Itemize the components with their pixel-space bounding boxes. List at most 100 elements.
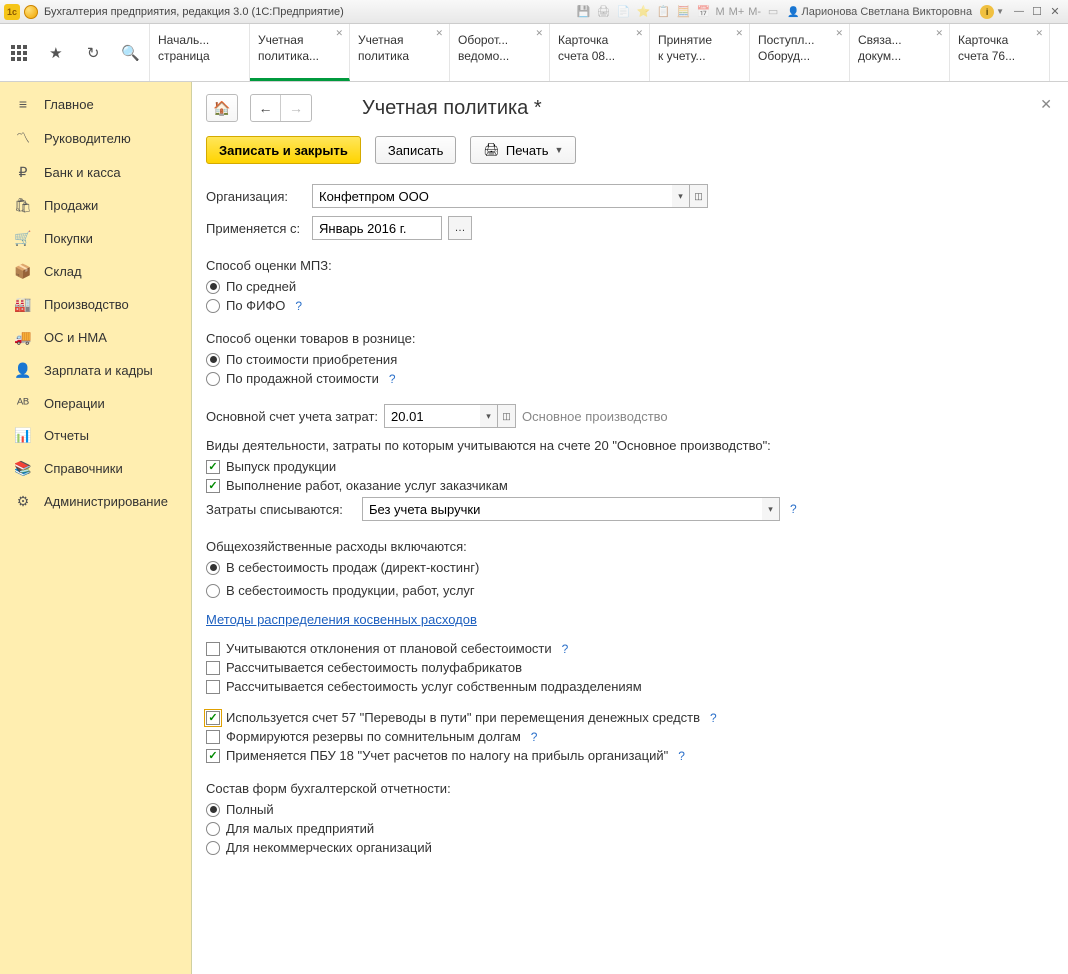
tab-5[interactable]: Принятие к учету... ✕ bbox=[650, 24, 750, 81]
retail-radio-sale[interactable]: По продажной стоимости? bbox=[206, 371, 1054, 386]
reports-radio-full[interactable]: Полный bbox=[206, 802, 1054, 817]
date-picker-button[interactable]: … bbox=[448, 216, 472, 240]
chk-account57[interactable]: Используется счет 57 "Переводы в пути" п… bbox=[206, 710, 1054, 725]
sidebar-item-4[interactable]: 🛒 Покупки bbox=[0, 222, 191, 255]
info-icon[interactable]: i bbox=[980, 5, 994, 19]
calendar-icon[interactable]: 📅 bbox=[696, 4, 712, 20]
sidebar-item-7[interactable]: 🚚 ОС и НМА bbox=[0, 321, 191, 354]
sidebar-icon: 📊 bbox=[14, 427, 32, 444]
overhead-radio-cost[interactable]: В себестоимость продукции, работ, услуг bbox=[206, 583, 1054, 598]
sidebar-item-5[interactable]: 📦 Склад bbox=[0, 255, 191, 288]
print-icon[interactable]: 🖨 bbox=[596, 4, 612, 20]
history-icon[interactable]: ↻ bbox=[82, 42, 104, 64]
print-button[interactable]: 🖨 Печать ▼ bbox=[470, 136, 576, 164]
chk-semifinished[interactable]: Рассчитывается себестоимость полуфабрика… bbox=[206, 660, 1054, 675]
chk-ownservices[interactable]: Рассчитывается себестоимость услуг собст… bbox=[206, 679, 1054, 694]
help-icon[interactable]: ? bbox=[678, 749, 685, 763]
sidebar-item-8[interactable]: 👤 Зарплата и кадры bbox=[0, 354, 191, 387]
org-combo[interactable]: ▾ ◫ bbox=[312, 184, 708, 208]
chk-services[interactable]: Выполнение работ, оказание услуг заказчи… bbox=[206, 478, 1054, 493]
chk-deviations[interactable]: Учитываются отклонения от плановой себес… bbox=[206, 641, 1054, 656]
sidebar-item-11[interactable]: 📚 Справочники bbox=[0, 452, 191, 485]
help-icon[interactable]: ? bbox=[531, 730, 538, 744]
tab-1[interactable]: Учетная политика... ✕ bbox=[250, 24, 350, 81]
save-button[interactable]: Записать bbox=[375, 136, 457, 164]
home-button[interactable]: 🏠 bbox=[206, 94, 238, 122]
content-close-icon[interactable]: ✕ bbox=[1040, 96, 1052, 113]
window-minimize[interactable] bbox=[1010, 5, 1028, 19]
window-maximize[interactable] bbox=[1028, 5, 1046, 19]
panel-icon[interactable]: ▭ bbox=[765, 4, 781, 20]
tab-close-icon[interactable]: ✕ bbox=[1035, 28, 1043, 39]
nav-back[interactable]: ← bbox=[251, 95, 281, 121]
writeoff-input[interactable] bbox=[362, 497, 762, 521]
search-icon[interactable]: 🔍 bbox=[119, 42, 141, 64]
help-icon[interactable]: ? bbox=[562, 642, 569, 656]
sidebar-item-3[interactable]: 🛍 Продажи bbox=[0, 189, 191, 222]
sidebar-item-2[interactable]: ₽ Банк и касса bbox=[0, 156, 191, 189]
chk-pbu18[interactable]: Применяется ПБУ 18 "Учет расчетов по нал… bbox=[206, 748, 1054, 763]
window-close[interactable] bbox=[1046, 5, 1064, 19]
sidebar-item-6[interactable]: 🏭 Производство bbox=[0, 288, 191, 321]
tab-close-icon[interactable]: ✕ bbox=[435, 28, 443, 39]
tab-close-icon[interactable]: ✕ bbox=[535, 28, 543, 39]
tab-8[interactable]: Карточка счета 76... ✕ bbox=[950, 24, 1050, 81]
calc-icon[interactable]: 🧮 bbox=[676, 4, 692, 20]
account-open-icon[interactable]: ◫ bbox=[498, 404, 516, 428]
sidebar-item-9[interactable]: ᴬᴮ Операции bbox=[0, 387, 191, 419]
overhead-radio-direct[interactable]: В себестоимость продаж (директ-костинг) bbox=[206, 560, 1054, 575]
memory-m[interactable]: M bbox=[716, 6, 725, 18]
account-dropdown-icon[interactable]: ▾ bbox=[480, 404, 498, 428]
tab-4[interactable]: Карточка счета 08... ✕ bbox=[550, 24, 650, 81]
help-icon[interactable]: ? bbox=[710, 711, 717, 725]
memory-mminus[interactable]: M- bbox=[748, 6, 761, 18]
current-user[interactable]: Ларионова Светлана Викторовна bbox=[787, 6, 972, 18]
tab-close-icon[interactable]: ✕ bbox=[735, 28, 743, 39]
reports-radio-nko[interactable]: Для некоммерческих организаций bbox=[206, 840, 1054, 855]
mpz-radio-fifo[interactable]: По ФИФО? bbox=[206, 298, 1054, 313]
sidebar-item-12[interactable]: ⚙ Администрирование bbox=[0, 485, 191, 518]
date-input[interactable] bbox=[312, 216, 442, 240]
chk-services-label: Выполнение работ, оказание услуг заказчи… bbox=[226, 478, 508, 493]
help-icon[interactable]: ? bbox=[389, 372, 396, 386]
clipboard-icon[interactable]: 📋 bbox=[656, 4, 672, 20]
help-icon[interactable]: ? bbox=[295, 299, 302, 313]
tab-close-icon[interactable]: ✕ bbox=[335, 28, 343, 39]
tab-2[interactable]: Учетная политика ✕ bbox=[350, 24, 450, 81]
mpz-fifo-label: По ФИФО bbox=[226, 298, 285, 313]
tab-close-icon[interactable]: ✕ bbox=[635, 28, 643, 39]
nav-circle-icon[interactable] bbox=[24, 5, 38, 19]
sidebar-item-1[interactable]: 〽 Руководителю bbox=[0, 120, 191, 156]
chk-production[interactable]: Выпуск продукции bbox=[206, 459, 1054, 474]
writeoff-dropdown-icon[interactable]: ▾ bbox=[762, 497, 780, 521]
tab-7[interactable]: Связа... докум... ✕ bbox=[850, 24, 950, 81]
tab-line2: к учету... bbox=[658, 48, 741, 64]
tab-3[interactable]: Оборот... ведомо... ✕ bbox=[450, 24, 550, 81]
writeoff-combo[interactable]: ▾ bbox=[362, 497, 780, 521]
tab-0[interactable]: Началь... страница bbox=[150, 24, 250, 81]
tab-close-icon[interactable]: ✕ bbox=[935, 28, 943, 39]
tab-close-icon[interactable]: ✕ bbox=[835, 28, 843, 39]
reports-radio-small[interactable]: Для малых предприятий bbox=[206, 821, 1054, 836]
mpz-radio-avg[interactable]: По средней bbox=[206, 279, 1054, 294]
star-icon[interactable]: ⭐ bbox=[636, 4, 652, 20]
org-dropdown-icon[interactable]: ▾ bbox=[672, 184, 690, 208]
info-dropdown-icon[interactable]: ▼ bbox=[996, 7, 1004, 16]
chk-reserves[interactable]: Формируются резервы по сомнительным долг… bbox=[206, 729, 1054, 744]
save-close-button[interactable]: Записать и закрыть bbox=[206, 136, 361, 164]
save-icon[interactable]: 💾 bbox=[576, 4, 592, 20]
help-icon[interactable]: ? bbox=[790, 502, 797, 516]
memory-mplus[interactable]: M+ bbox=[729, 6, 745, 18]
sidebar-item-10[interactable]: 📊 Отчеты bbox=[0, 419, 191, 452]
methods-link[interactable]: Методы распределения косвенных расходов bbox=[206, 612, 477, 627]
org-open-icon[interactable]: ◫ bbox=[690, 184, 708, 208]
favorites-icon[interactable]: ★ bbox=[45, 42, 67, 64]
account-input[interactable] bbox=[384, 404, 480, 428]
account-combo[interactable]: ▾ ◫ bbox=[384, 404, 516, 428]
doc-icon[interactable]: 📄 bbox=[616, 4, 632, 20]
apps-icon[interactable] bbox=[8, 42, 30, 64]
org-input[interactable] bbox=[312, 184, 672, 208]
sidebar-item-0[interactable]: ≡ Главное bbox=[0, 88, 191, 120]
retail-radio-cost[interactable]: По стоимости приобретения bbox=[206, 352, 1054, 367]
tab-6[interactable]: Поступл... Оборуд... ✕ bbox=[750, 24, 850, 81]
